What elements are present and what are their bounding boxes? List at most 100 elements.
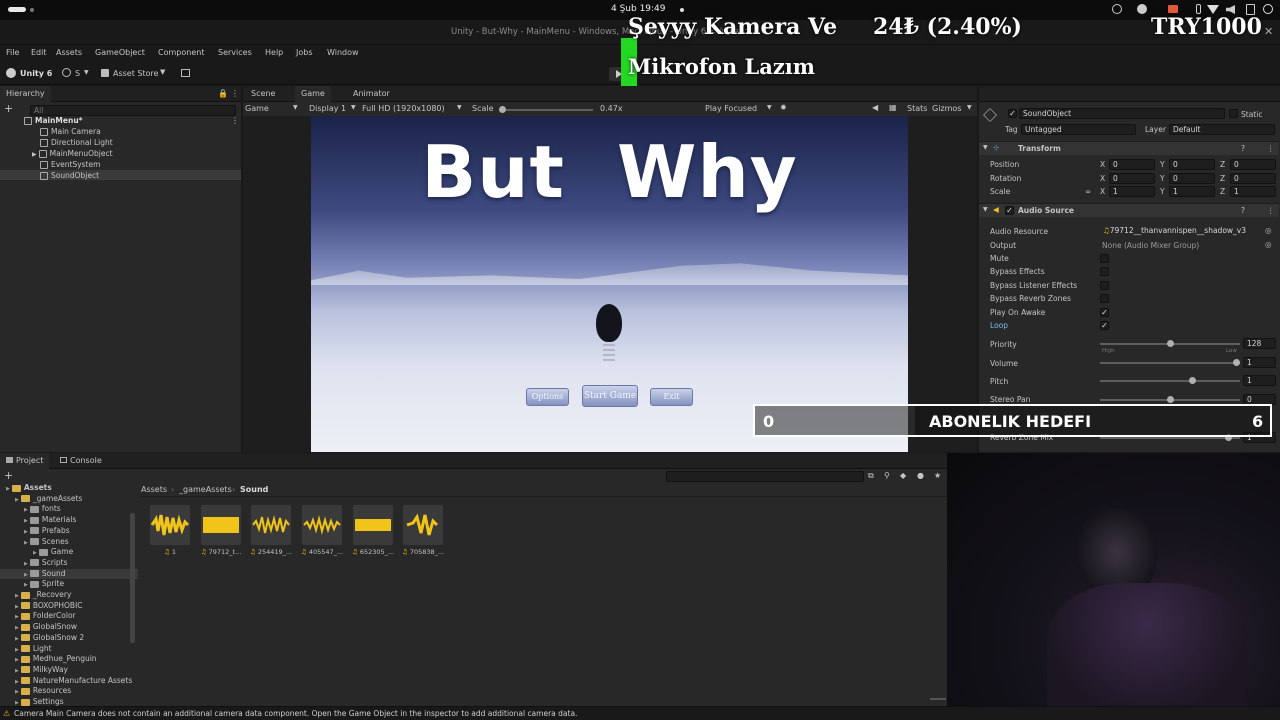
rotation-x-field[interactable]: 0 [1109, 173, 1155, 184]
display-dropdown[interactable]: Display 1 [309, 104, 346, 113]
project-folder-item[interactable]: ▶ _Recovery [15, 590, 71, 599]
project-folder-item[interactable]: ▶ Sound [24, 569, 65, 578]
thumbnail-size-slider[interactable] [930, 698, 946, 700]
tag-filter-icon[interactable]: ◆ [900, 471, 906, 480]
breadcrumb-gameassets[interactable]: _gameAssets [179, 485, 232, 494]
collapse-arrow-icon[interactable]: ▼ [983, 206, 988, 213]
audio-mute-icon[interactable]: ◀ [872, 103, 878, 112]
add-object-icon[interactable]: + [4, 102, 13, 115]
expand-arrow-icon[interactable]: ▶ [15, 497, 19, 503]
expand-arrow-icon[interactable]: ▶ [24, 540, 28, 546]
expand-arrow-icon[interactable]: ▶ [32, 151, 37, 158]
workspace-dot[interactable] [30, 8, 34, 12]
priority-slider-knob[interactable] [1167, 340, 1174, 347]
project-folder-item[interactable]: ▶ Materials [24, 515, 76, 524]
object-picker-icon[interactable]: ◎ [1265, 226, 1272, 235]
project-folder-item[interactable]: ▶ Game [33, 547, 73, 556]
expand-arrow-icon[interactable]: ▶ [24, 572, 28, 578]
audio-asset-thumbnail[interactable] [251, 505, 291, 545]
volume-slider[interactable] [1100, 359, 1240, 366]
pitch-field[interactable]: 1 [1243, 375, 1276, 386]
menu-services[interactable]: Services [218, 48, 252, 57]
display-chevron-icon[interactable]: ▼ [351, 104, 356, 111]
volume-icon[interactable] [1226, 5, 1235, 14]
audio-enabled-checkbox[interactable]: ✓ [1005, 206, 1014, 215]
position-y-field[interactable]: 0 [1169, 159, 1215, 170]
filter-type-icon[interactable]: ⧉ [868, 471, 874, 481]
project-folder-item[interactable]: ▶ MilkyWay [15, 665, 68, 674]
collapse-arrow-icon[interactable]: ▼ [983, 144, 988, 151]
help-icon[interactable]: ? [1241, 206, 1245, 215]
stereo-pan-slider[interactable] [1100, 396, 1240, 403]
menu-help[interactable]: Help [265, 48, 283, 57]
loop-checkbox[interactable]: ✓ [1100, 321, 1109, 330]
bypass-listener-effects-checkbox[interactable] [1100, 281, 1109, 290]
audio-asset-thumbnail[interactable] [302, 505, 342, 545]
workspace-indicator[interactable] [8, 7, 26, 12]
filter-label-icon[interactable]: ⚲ [884, 471, 890, 480]
tab-console[interactable]: Console [54, 453, 108, 469]
project-folder-item[interactable]: ▶ BOXOPHOBIC [15, 601, 83, 610]
project-folder-item[interactable]: ▶ Light [15, 644, 52, 653]
resolution-chevron-icon[interactable]: ▼ [457, 104, 462, 111]
account-chevron-icon[interactable]: ▼ [84, 69, 89, 76]
menu-window[interactable]: Window [327, 48, 359, 57]
scale-z-field[interactable]: 1 [1230, 186, 1276, 197]
hierarchy-item-soundobject[interactable]: SoundObject [40, 171, 99, 180]
transform-header[interactable]: ▼ ⊹ Transform ? ⋮ [979, 141, 1279, 155]
project-folder-item[interactable]: ▶ Scenes [24, 537, 69, 546]
asset-store-button[interactable]: Asset Store [113, 69, 159, 78]
play-on-awake-checkbox[interactable]: ✓ [1100, 308, 1109, 317]
component-menu-icon[interactable]: ⋮ [1267, 206, 1275, 215]
stats-button[interactable]: Stats [907, 104, 927, 113]
menu-edit[interactable]: Edit [31, 48, 47, 57]
pitch-slider-knob[interactable] [1189, 377, 1196, 384]
project-folder-item[interactable]: ▶ _gameAssets [15, 494, 82, 503]
play-mode-dropdown[interactable]: Play Focused [705, 104, 757, 113]
project-folder-item[interactable]: ▶ Settings [15, 697, 64, 706]
expand-arrow-icon[interactable]: ▶ [15, 636, 19, 642]
menu-component[interactable]: Component [158, 48, 204, 57]
close-window-icon[interactable]: ✕ [1264, 25, 1273, 38]
tab-animator[interactable]: Animator [347, 86, 396, 102]
scene-menu-icon[interactable]: ⋮ [231, 116, 239, 125]
hierarchy-item-mainmenuobject[interactable]: ▶ MainMenuObject [32, 149, 113, 158]
scale-y-field[interactable]: 1 [1169, 186, 1215, 197]
expand-arrow-icon[interactable]: ▶ [15, 625, 19, 631]
project-folder-item[interactable]: ▶ Resources [15, 686, 71, 695]
hidden-packages-icon[interactable]: ● [917, 471, 924, 480]
expand-arrow-icon[interactable]: ▶ [15, 593, 19, 599]
settings-tray-icon[interactable] [1112, 4, 1122, 14]
account-icon[interactable] [62, 68, 71, 77]
hierarchy-search-input[interactable]: All [30, 105, 236, 116]
project-folder-item[interactable]: ▶ Medhue_Penguin [15, 654, 97, 663]
menu-assets[interactable]: Assets [56, 48, 82, 57]
start-game-button[interactable]: Start Game [582, 385, 638, 407]
project-folder-item[interactable]: ▶ Scripts [24, 558, 68, 567]
object-name-field[interactable]: SoundObject [1019, 108, 1225, 119]
bypass-reverb-zones-checkbox[interactable] [1100, 294, 1109, 303]
kebab-menu-icon[interactable]: ⋮ [231, 89, 239, 98]
expand-arrow-icon[interactable]: ▶ [15, 614, 19, 620]
hierarchy-item-eventsystem[interactable]: EventSystem [40, 160, 100, 169]
project-folder-item[interactable]: ▶ Sprite [24, 579, 64, 588]
menu-jobs[interactable]: Jobs [296, 48, 313, 57]
expand-arrow-icon[interactable]: ▶ [24, 582, 28, 588]
scale-slider[interactable] [499, 106, 593, 113]
tag-dropdown[interactable]: Untagged [1021, 124, 1136, 135]
position-z-field[interactable]: 0 [1230, 159, 1276, 170]
pitch-slider[interactable] [1100, 377, 1240, 384]
resolution-dropdown[interactable]: Full HD (1920x1080) [362, 104, 445, 113]
create-asset-icon[interactable]: + [4, 469, 13, 482]
recording-icon[interactable] [1168, 5, 1178, 13]
expand-arrow-icon[interactable]: ▶ [6, 486, 10, 492]
exit-button[interactable]: Exit [650, 388, 693, 406]
obs-tray-icon[interactable] [1137, 4, 1147, 14]
audio-asset-thumbnail[interactable] [150, 505, 190, 545]
sun-icon[interactable]: ✹ [780, 103, 787, 112]
menu-gameobject[interactable]: GameObject [95, 48, 145, 57]
hierarchy-item-main-camera[interactable]: Main Camera [40, 127, 101, 136]
breadcrumb-sound[interactable]: Sound [240, 485, 268, 494]
reverb-zone-mix-slider[interactable] [1100, 434, 1240, 441]
tab-game[interactable]: Game [295, 86, 331, 102]
